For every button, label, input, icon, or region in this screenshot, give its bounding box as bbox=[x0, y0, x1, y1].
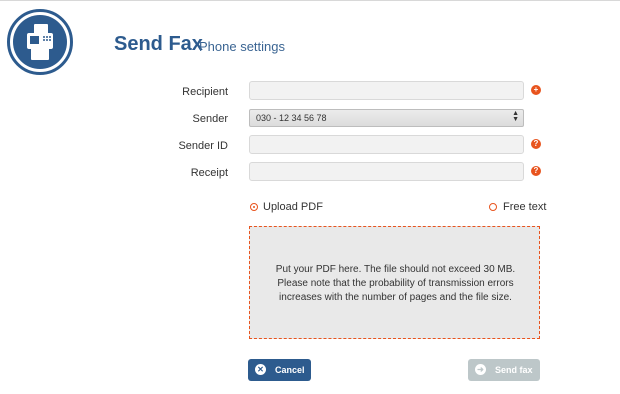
arrow-circle-icon: ➜ bbox=[475, 364, 486, 375]
plus-circle-icon[interactable]: + bbox=[531, 85, 541, 95]
upload-pdf-label[interactable]: Upload PDF bbox=[263, 201, 323, 213]
recipient-label: Recipient bbox=[182, 86, 228, 98]
question-circle-icon[interactable]: ? bbox=[531, 166, 541, 176]
sender-select[interactable]: 030 - 12 34 56 78 ▲ ▼ bbox=[249, 109, 524, 127]
fax-machine-icon bbox=[27, 24, 53, 60]
upload-pdf-radio[interactable] bbox=[250, 203, 258, 211]
logo-background bbox=[13, 15, 67, 69]
dropzone-instructions: Put your PDF here. The file should not e… bbox=[275, 264, 516, 303]
page-subtitle: Phone settings bbox=[199, 39, 286, 54]
fax-logo bbox=[7, 9, 73, 75]
page-title: Send Fax bbox=[114, 33, 203, 55]
cancel-button-label: Cancel bbox=[275, 365, 305, 375]
sender-id-input[interactable] bbox=[249, 135, 524, 154]
recipient-input[interactable] bbox=[249, 81, 524, 100]
cancel-button[interactable]: ✕ Cancel bbox=[248, 359, 311, 381]
sender-selected-value: 030 - 12 34 56 78 bbox=[256, 113, 327, 123]
send-fax-button[interactable]: ➜ Send fax bbox=[468, 359, 540, 381]
free-text-radio[interactable] bbox=[489, 203, 497, 211]
sender-id-label: Sender ID bbox=[178, 140, 228, 152]
x-circle-icon: ✕ bbox=[255, 364, 266, 375]
receipt-input[interactable] bbox=[249, 162, 524, 181]
question-circle-icon[interactable]: ? bbox=[531, 139, 541, 149]
pdf-dropzone[interactable]: Put your PDF here. The file should not e… bbox=[249, 226, 540, 339]
free-text-label[interactable]: Free text bbox=[503, 201, 546, 213]
sender-label: Sender bbox=[192, 113, 228, 125]
send-fax-button-label: Send fax bbox=[495, 365, 533, 375]
select-arrows-icon: ▲ ▼ bbox=[512, 110, 519, 123]
top-divider bbox=[0, 0, 620, 1]
receipt-label: Receipt bbox=[190, 167, 228, 179]
